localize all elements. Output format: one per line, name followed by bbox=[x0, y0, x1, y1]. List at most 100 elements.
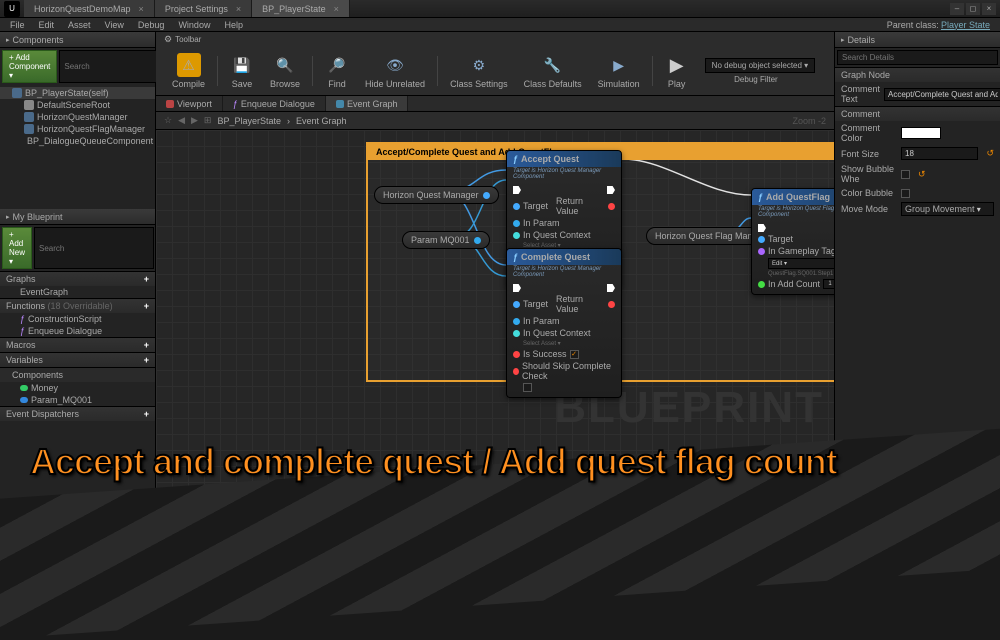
context-pin[interactable] bbox=[513, 232, 520, 239]
return-pin[interactable] bbox=[608, 301, 615, 308]
add-icon[interactable]: + bbox=[144, 301, 149, 311]
find-button[interactable]: 🔎Find bbox=[317, 51, 357, 91]
compile-button[interactable]: ⚠Compile bbox=[164, 51, 213, 91]
myblueprint-header[interactable]: My Blueprint bbox=[0, 209, 155, 225]
inparam-pin[interactable] bbox=[513, 318, 520, 325]
component-root[interactable]: BP_PlayerState(self) bbox=[0, 87, 155, 99]
comment-color-swatch[interactable] bbox=[901, 127, 941, 139]
parent-class-link[interactable]: Player State bbox=[941, 20, 990, 30]
browse-button[interactable]: 🔍Browse bbox=[262, 51, 308, 91]
tab-projectsettings[interactable]: Project Settings× bbox=[155, 0, 252, 17]
details-search[interactable] bbox=[837, 50, 998, 65]
ref-node-quest-manager[interactable]: Horizon Quest Manager bbox=[374, 186, 499, 204]
node-complete-quest[interactable]: ƒComplete Quest Target is Horizon Quest … bbox=[506, 248, 622, 398]
subtab-viewport[interactable]: Viewport bbox=[156, 96, 223, 111]
add-icon[interactable]: + bbox=[144, 274, 149, 284]
exec-in-pin[interactable] bbox=[513, 186, 521, 194]
target-pin[interactable] bbox=[513, 203, 520, 210]
target-pin[interactable] bbox=[513, 301, 520, 308]
section-dispatchers[interactable]: Event Dispatchers+ bbox=[0, 406, 155, 421]
fontsize-input[interactable] bbox=[901, 147, 978, 160]
success-checkbox[interactable] bbox=[570, 350, 579, 359]
reset-icon[interactable]: ↺ bbox=[918, 169, 926, 180]
close-icon[interactable]: × bbox=[139, 4, 144, 14]
exec-out-pin[interactable] bbox=[607, 186, 615, 194]
breadcrumb-leaf[interactable]: Event Graph bbox=[296, 116, 347, 126]
close-icon[interactable]: × bbox=[236, 4, 241, 14]
node-add-questflag[interactable]: ƒAdd QuestFlag Target is Horizon Quest F… bbox=[751, 188, 834, 295]
close-button[interactable]: × bbox=[982, 3, 996, 15]
class-settings-button[interactable]: ⚙Class Settings bbox=[442, 51, 516, 91]
component-dialogue-queue[interactable]: BP_DialogueQueueComponent bbox=[0, 135, 155, 147]
add-icon[interactable]: + bbox=[144, 355, 149, 365]
output-pin[interactable] bbox=[483, 192, 490, 199]
add-component-button[interactable]: + Add Component ▾ bbox=[2, 50, 57, 83]
back-icon[interactable]: ◀ bbox=[178, 115, 185, 126]
close-icon[interactable]: × bbox=[334, 4, 339, 14]
reset-icon[interactable]: ↺ bbox=[986, 148, 994, 159]
add-new-button[interactable]: + Add New ▾ bbox=[2, 227, 32, 269]
class-defaults-button[interactable]: 🔧Class Defaults bbox=[516, 51, 590, 91]
bool-pin[interactable] bbox=[513, 351, 520, 358]
section-components-vars[interactable]: Components bbox=[0, 367, 155, 382]
return-pin[interactable] bbox=[608, 203, 615, 210]
bool-pin[interactable] bbox=[513, 368, 519, 375]
tab-demomap[interactable]: HorizonQuestDemoMap× bbox=[24, 0, 155, 17]
int-pin[interactable] bbox=[758, 281, 765, 288]
debug-object-select[interactable]: No debug object selected ▾ bbox=[705, 58, 816, 73]
comment-text-input[interactable] bbox=[884, 88, 1000, 101]
details-header[interactable]: Details bbox=[835, 32, 1000, 48]
section-variables[interactable]: Variables+ bbox=[0, 352, 155, 367]
movemode-dropdown[interactable]: Group Movement ▾ bbox=[901, 202, 994, 216]
menu-window[interactable]: Window bbox=[172, 19, 216, 31]
section-functions[interactable]: Functions (18 Overridable)+ bbox=[0, 298, 155, 313]
exec-out-pin[interactable] bbox=[607, 284, 615, 292]
section-comment[interactable]: Comment bbox=[835, 106, 1000, 121]
skip-checkbox[interactable] bbox=[523, 383, 532, 392]
fn-enqueue-dialogue[interactable]: ƒEnqueue Dialogue bbox=[0, 325, 155, 337]
component-questflag-manager[interactable]: HorizonQuestFlagManager bbox=[0, 123, 155, 135]
subtab-eventgraph[interactable]: Event Graph bbox=[326, 96, 409, 111]
menu-view[interactable]: View bbox=[99, 19, 130, 31]
menu-file[interactable]: File bbox=[4, 19, 31, 31]
fn-constructionscript[interactable]: ƒConstructionScript bbox=[0, 313, 155, 325]
graph-eventgraph[interactable]: EventGraph bbox=[0, 286, 155, 298]
var-param-mq001[interactable]: Param_MQ001 bbox=[0, 394, 155, 406]
subtab-enqueue[interactable]: ƒEnqueue Dialogue bbox=[223, 96, 326, 111]
context-pin[interactable] bbox=[513, 330, 520, 337]
output-pin[interactable] bbox=[474, 237, 481, 244]
add-icon[interactable]: + bbox=[144, 340, 149, 350]
ref-node-param[interactable]: Param MQ001 bbox=[402, 231, 490, 249]
add-icon[interactable]: + bbox=[144, 409, 149, 419]
tag-pin[interactable] bbox=[758, 248, 765, 255]
star-icon[interactable]: ☆ bbox=[164, 115, 172, 126]
count-input[interactable]: 1 bbox=[823, 279, 834, 289]
breadcrumb-root[interactable]: BP_PlayerState bbox=[217, 116, 281, 126]
simulation-button[interactable]: ▶Simulation bbox=[590, 51, 648, 91]
section-graph-node[interactable]: Graph Node bbox=[835, 67, 1000, 82]
bubble-checkbox[interactable] bbox=[901, 170, 910, 179]
hide-unrelated-button[interactable]: 👁Hide Unrelated bbox=[357, 51, 433, 91]
exec-in-pin[interactable] bbox=[513, 284, 521, 292]
save-button[interactable]: 💾Save bbox=[222, 51, 262, 91]
colorbubble-checkbox[interactable] bbox=[901, 189, 910, 198]
tab-bpplayerstate[interactable]: BP_PlayerState× bbox=[252, 0, 350, 17]
menu-help[interactable]: Help bbox=[218, 19, 249, 31]
menu-debug[interactable]: Debug bbox=[132, 19, 171, 31]
menu-asset[interactable]: Asset bbox=[62, 19, 97, 31]
forward-icon[interactable]: ▶ bbox=[191, 115, 198, 126]
component-scene-root[interactable]: DefaultSceneRoot bbox=[0, 99, 155, 111]
var-money[interactable]: Money bbox=[0, 382, 155, 394]
component-quest-manager[interactable]: HorizonQuestManager bbox=[0, 111, 155, 123]
exec-in-pin[interactable] bbox=[758, 224, 766, 232]
play-button[interactable]: ▶Play bbox=[657, 51, 697, 91]
target-pin[interactable] bbox=[758, 236, 765, 243]
minimize-button[interactable]: – bbox=[950, 3, 964, 15]
myblueprint-search[interactable] bbox=[34, 227, 154, 269]
components-header[interactable]: Components bbox=[0, 32, 155, 48]
tag-dropdown[interactable]: Edit ▾ bbox=[768, 258, 834, 269]
maximize-button[interactable]: ◻ bbox=[966, 3, 980, 15]
section-macros[interactable]: Macros+ bbox=[0, 337, 155, 352]
section-graphs[interactable]: Graphs+ bbox=[0, 271, 155, 286]
inparam-pin[interactable] bbox=[513, 220, 520, 227]
